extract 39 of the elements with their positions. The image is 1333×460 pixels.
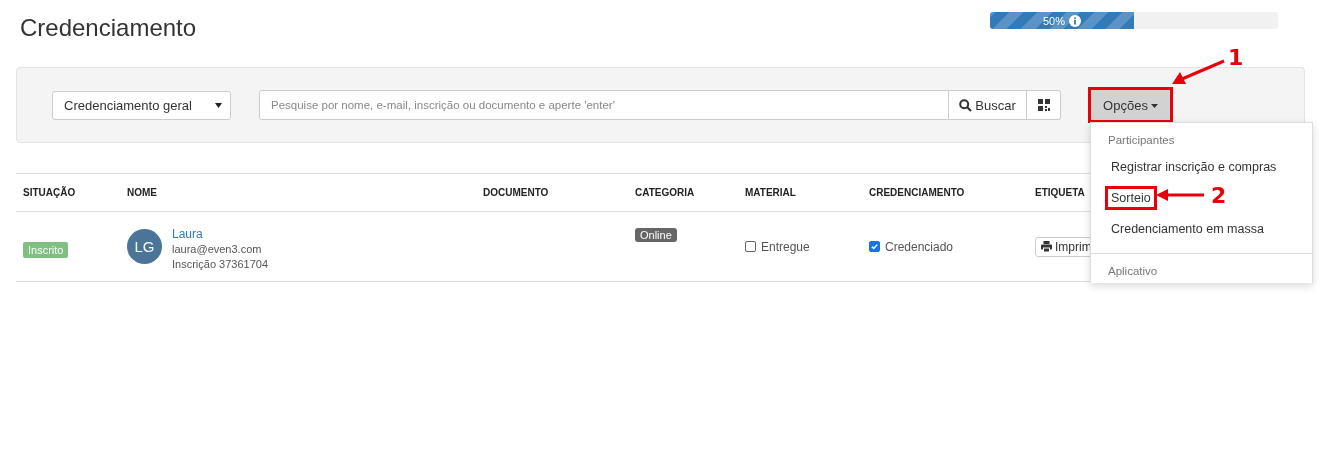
- qr-code-icon: [1037, 99, 1050, 111]
- select-field[interactable]: Credenciamento geral: [52, 90, 231, 120]
- search-field[interactable]: Pesquise por nome, e-mail, inscrição ou documento e aperte 'enter': [259, 90, 949, 120]
- annotation-arrow: [1172, 59, 1225, 84]
- annotation-number: 1: [1228, 45, 1244, 70]
- accreditation-checkbox[interactable]: [869, 241, 880, 252]
- participant-email: laura@even3.com: [172, 242, 263, 257]
- column-header: CATEGORIA: [635, 187, 695, 198]
- material-label: Entregue: [761, 239, 810, 254]
- avatar: LG: [127, 229, 162, 264]
- accreditation-label: Credenciado: [885, 239, 954, 254]
- printer-icon: [1041, 241, 1052, 252]
- annotation-arrow: [1156, 189, 1204, 201]
- menu-section-header: Participantes: [1107, 133, 1176, 148]
- category-badge: Online: [635, 228, 677, 242]
- menu-item[interactable]: Credenciamento em massa: [1105, 216, 1270, 241]
- menu-item[interactable]: Registrar inscrição e compras: [1105, 154, 1283, 179]
- info-icon: [1069, 14, 1081, 27]
- caret-icon: [215, 102, 222, 108]
- options-button[interactable]: Opções: [1088, 87, 1173, 123]
- registration-number: Inscrição 37361704: [172, 257, 268, 272]
- column-header: NOME: [127, 187, 157, 198]
- menu-item[interactable]: Sorteio: [1105, 185, 1157, 210]
- search-button[interactable]: Buscar: [949, 90, 1027, 120]
- column-header: DOCUMENTO: [483, 187, 549, 198]
- status-badge: Inscrito: [23, 241, 69, 258]
- column-header: ETIQUETA: [1035, 187, 1085, 198]
- caret-icon: [1150, 104, 1158, 109]
- column-header: SITUAÇÃO: [23, 187, 76, 198]
- annotation-number: 2: [1211, 183, 1227, 208]
- column-header: CREDENCIAMENTO: [869, 187, 965, 198]
- progress-label: 50%: [1043, 14, 1065, 27]
- page-title: Credenciamento: [20, 14, 197, 42]
- participant-name-link[interactable]: Laura: [172, 227, 268, 242]
- qr-code-button[interactable]: [1027, 90, 1061, 120]
- material-checkbox[interactable]: [745, 241, 756, 252]
- column-header: MATERIAL: [745, 187, 796, 198]
- menu-section-header: Aplicativo: [1107, 264, 1159, 279]
- search-icon: [959, 98, 973, 112]
